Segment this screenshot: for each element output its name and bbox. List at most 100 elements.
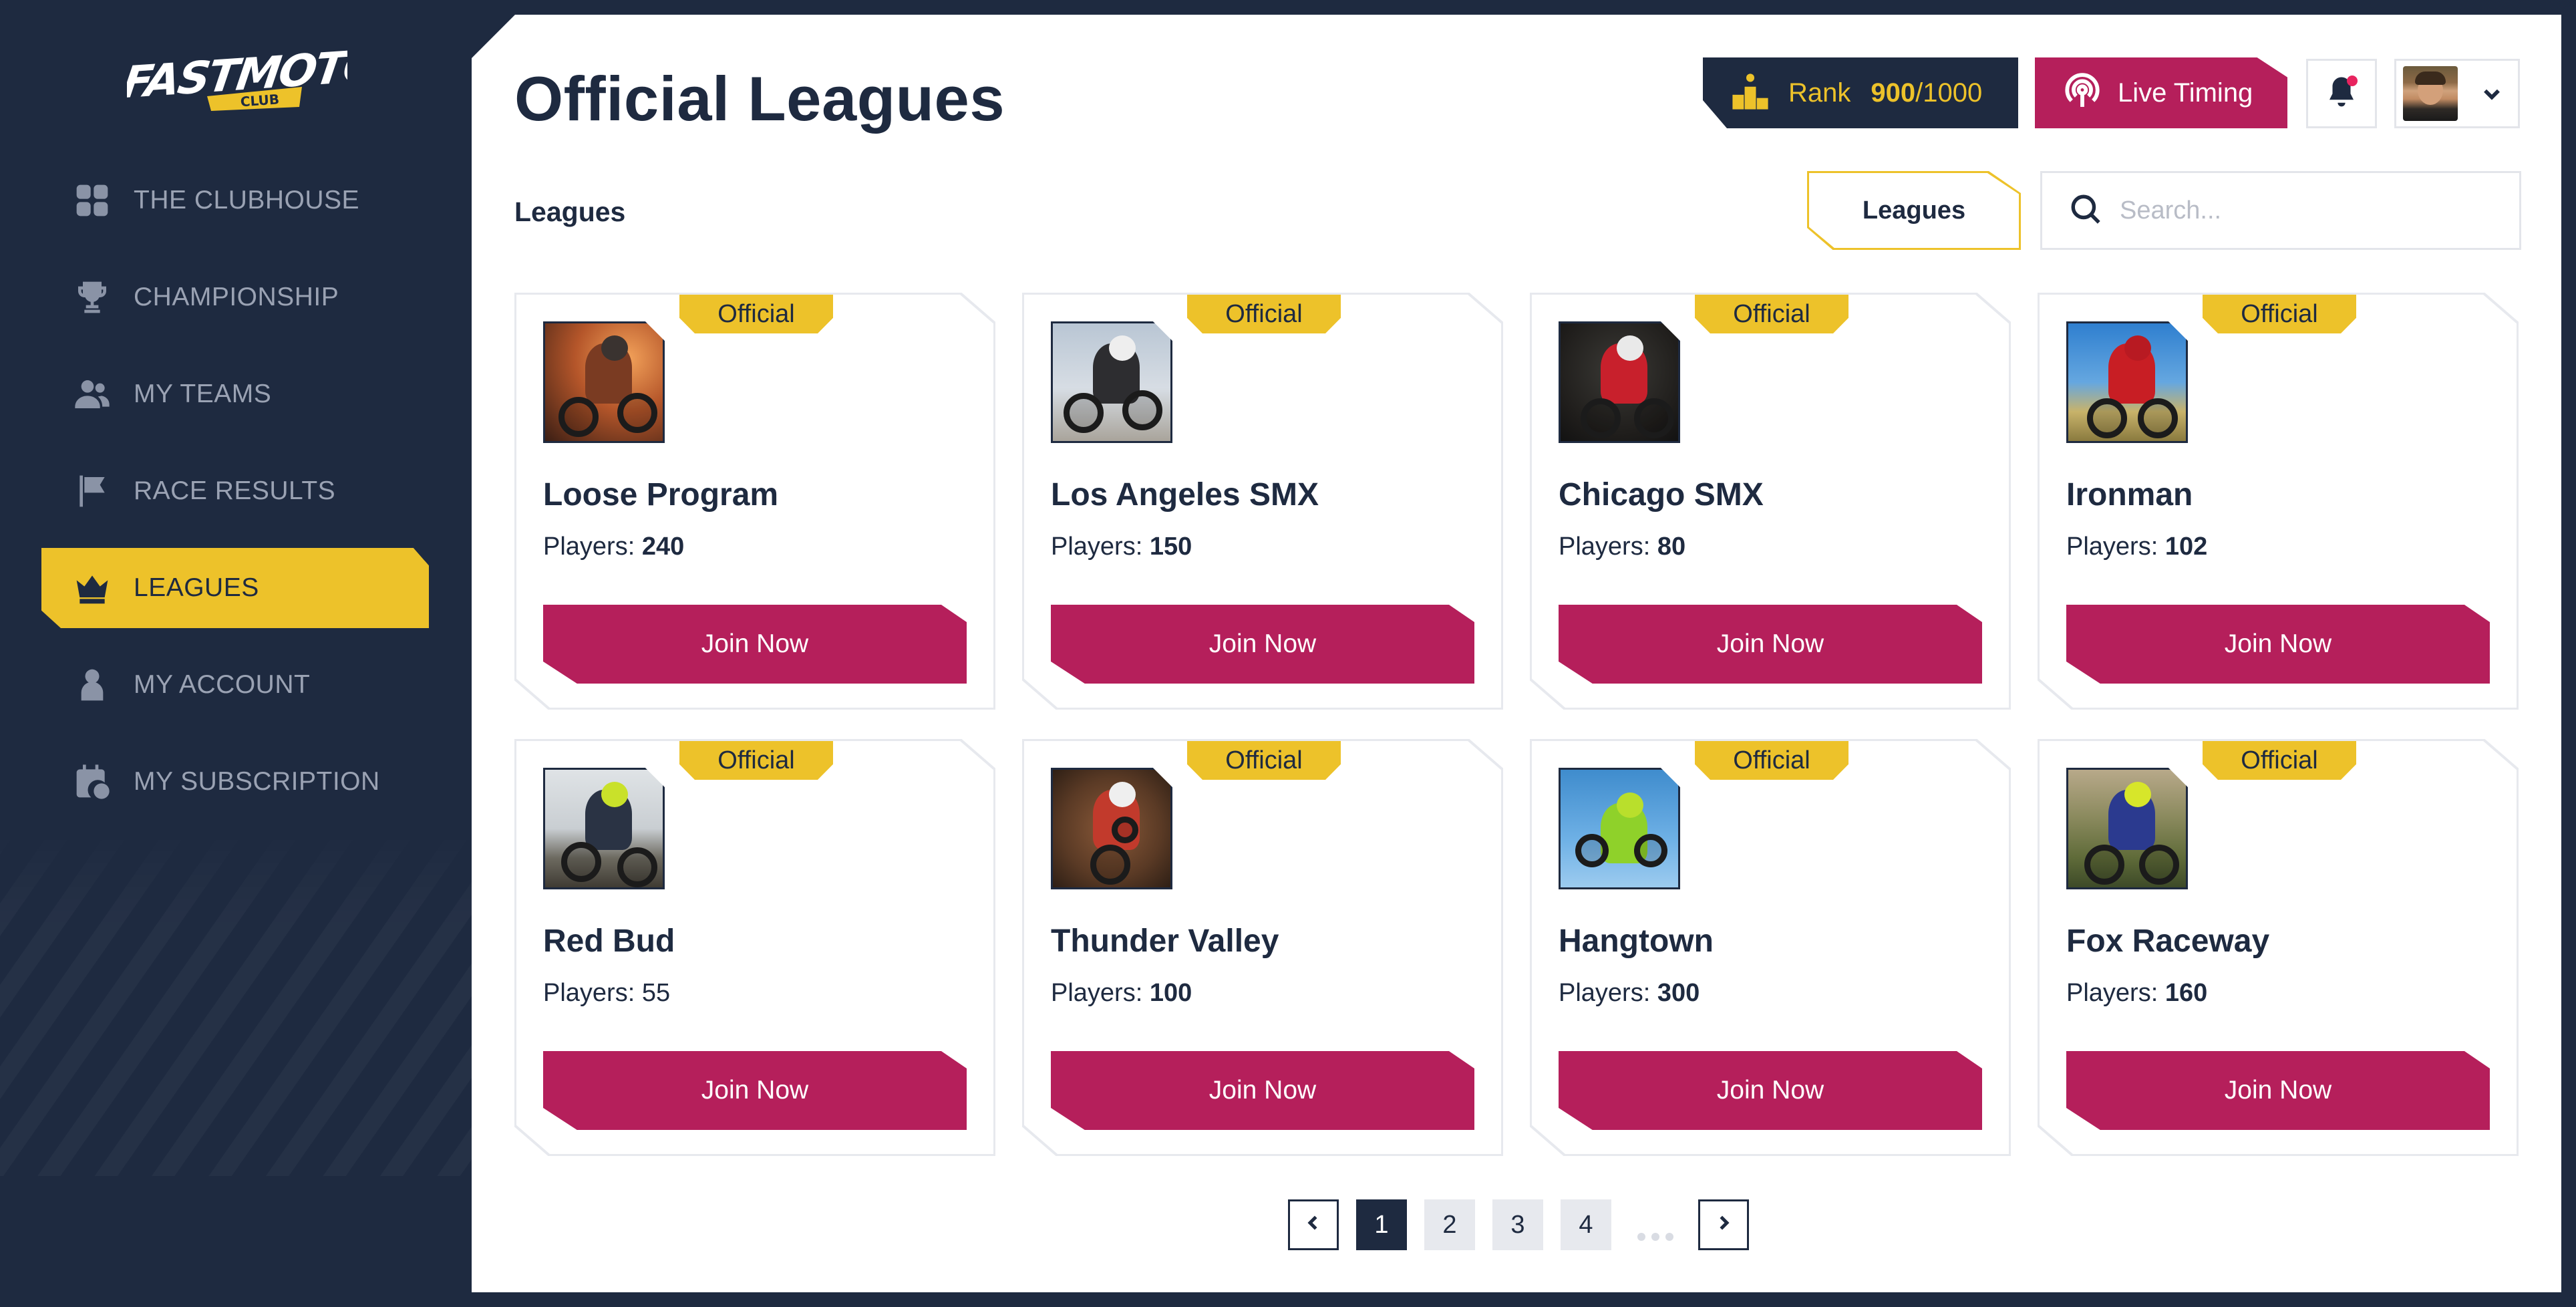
search-box [2040, 171, 2521, 250]
sidebar-nav: THE CLUBHOUSE CHAMPIONSHIP MY TEAMS RACE… [41, 160, 429, 839]
league-players: Players: 100 [1051, 979, 1192, 1008]
official-badge: Official [679, 295, 833, 333]
players-count: 102 [2164, 533, 2208, 561]
players-count: 80 [1657, 533, 1686, 561]
players-count: 150 [1149, 533, 1192, 561]
rank-separator: / [1915, 78, 1923, 108]
league-title: Loose Program [543, 477, 779, 513]
sidebar-item-label: CHAMPIONSHIP [134, 283, 339, 311]
official-badge: Official [1695, 741, 1848, 780]
avatar [2403, 66, 2458, 121]
league-card-body: Official Red Bud Players: 55 Join Now [516, 741, 993, 1154]
search-input[interactable] [2120, 196, 2494, 225]
join-now-button[interactable]: Join Now [2066, 605, 2490, 684]
rank-indicator: Rank 900 / 1000 [1703, 57, 2018, 128]
leagues-filter-label: Leagues [1809, 173, 2019, 248]
next-page-button[interactable] [1698, 1199, 1749, 1250]
league-thumbnail [543, 768, 665, 889]
official-badge: Official [2203, 295, 2356, 333]
sidebar-item-leagues[interactable]: LEAGUES [41, 548, 429, 628]
join-now-button[interactable]: Join Now [2066, 1051, 2490, 1130]
league-players: Players: 300 [1559, 979, 1700, 1008]
players-label: Players: [1559, 979, 1651, 1007]
notifications-button[interactable] [2306, 59, 2377, 128]
league-card: Official Fox Raceway Players: 160 Join N… [2038, 739, 2519, 1156]
live-timing-label: Live Timing [2118, 78, 2253, 108]
podium-icon [1731, 72, 1770, 114]
search-icon [2069, 192, 2102, 229]
page-button-4[interactable]: 4 [1561, 1199, 1611, 1250]
league-thumbnail [543, 321, 665, 443]
calendar-icon [72, 762, 112, 802]
league-players: Players: 102 [2066, 533, 2207, 561]
live-timing-button[interactable]: Live Timing [2035, 57, 2287, 128]
players-label: Players: [2066, 533, 2158, 561]
join-now-button[interactable]: Join Now [1051, 605, 1474, 684]
league-card: Official Chicago SMX Players: 80 Join No… [1530, 293, 2011, 710]
user-icon [72, 665, 112, 705]
sidebar-item-label: MY TEAMS [134, 380, 272, 408]
broadcast-icon [2063, 72, 2102, 114]
league-title: Hangtown [1559, 923, 1714, 959]
logo-sub-text: CLUB [240, 91, 280, 110]
league-card: Official Loose Program Players: 240 Join… [514, 293, 995, 710]
chevron-down-icon [2480, 82, 2503, 105]
join-now-button[interactable]: Join Now [1051, 1051, 1474, 1130]
players-count: 100 [1149, 979, 1192, 1007]
page-button-2[interactable]: 2 [1424, 1199, 1475, 1250]
sidebar-item-label: LEAGUES [134, 573, 259, 602]
join-now-button[interactable]: Join Now [1559, 1051, 1982, 1130]
league-thumbnail [2066, 768, 2188, 889]
players-count: 55 [641, 979, 671, 1007]
official-badge: Official [1695, 295, 1848, 333]
sidebar-item-my-account[interactable]: MY ACCOUNT [41, 645, 429, 725]
league-title: Ironman [2066, 477, 2193, 513]
league-players: Players: 240 [543, 533, 684, 561]
notification-dot [2347, 76, 2358, 86]
sidebar-item-clubhouse[interactable]: THE CLUBHOUSE [41, 160, 429, 241]
league-card: Official Los Angeles SMX Players: 150 Jo… [1022, 293, 1503, 710]
official-badge: Official [1187, 295, 1341, 333]
league-card-body: Official Chicago SMX Players: 80 Join No… [1532, 295, 2009, 708]
league-title: Los Angeles SMX [1051, 477, 1319, 513]
league-players: Players: 160 [2066, 979, 2207, 1008]
league-card: Official Red Bud Players: 55 Join Now [514, 739, 995, 1156]
sidebar-item-label: THE CLUBHOUSE [134, 186, 360, 214]
players-label: Players: [2066, 979, 2158, 1007]
league-players: Players: 55 [543, 979, 670, 1008]
previous-page-button[interactable] [1288, 1199, 1339, 1250]
fastmoto-logo[interactable]: FASTMOTO CLUB [120, 39, 384, 119]
sidebar-item-championship[interactable]: CHAMPIONSHIP [41, 257, 429, 337]
sidebar-stripe-pattern [0, 822, 472, 1176]
profile-menu-button[interactable] [2394, 59, 2520, 128]
page-title: Official Leagues [514, 63, 1005, 134]
rank-value: 900 [1871, 78, 1916, 108]
page-button-3[interactable]: 3 [1492, 1199, 1543, 1250]
grid-icon [72, 180, 112, 221]
sidebar-item-my-subscription[interactable]: MY SUBSCRIPTION [41, 742, 429, 822]
sidebar-item-my-teams[interactable]: MY TEAMS [41, 354, 429, 434]
join-now-button[interactable]: Join Now [543, 1051, 967, 1130]
join-now-button[interactable]: Join Now [543, 605, 967, 684]
players-label: Players: [543, 533, 635, 561]
official-badge: Official [2203, 741, 2356, 780]
league-card-body: Official Thunder Valley Players: 100 Joi… [1024, 741, 1501, 1154]
join-now-button[interactable]: Join Now [1559, 605, 1982, 684]
players-count: 240 [641, 533, 685, 561]
league-thumbnail [1559, 321, 1680, 443]
league-card: Official Hangtown Players: 300 Join Now [1530, 739, 2011, 1156]
sidebar-item-label: MY SUBSCRIPTION [134, 767, 380, 796]
flag-icon [72, 471, 112, 511]
main-panel: Official Leagues Rank 900 / 1000 Live Ti… [472, 15, 2561, 1292]
league-title: Red Bud [543, 923, 675, 959]
league-players: Players: 150 [1051, 533, 1192, 561]
league-card: Official Thunder Valley Players: 100 Joi… [1022, 739, 1503, 1156]
league-title: Fox Raceway [2066, 923, 2270, 959]
page-button-1[interactable]: 1 [1356, 1199, 1407, 1250]
players-label: Players: [1559, 533, 1651, 561]
trophy-icon [72, 277, 112, 317]
leagues-filter-button[interactable]: Leagues [1807, 171, 2021, 250]
league-card: Official Ironman Players: 102 Join Now [2038, 293, 2519, 710]
sidebar-item-race-results[interactable]: RACE RESULTS [41, 451, 429, 531]
users-icon [72, 374, 112, 414]
